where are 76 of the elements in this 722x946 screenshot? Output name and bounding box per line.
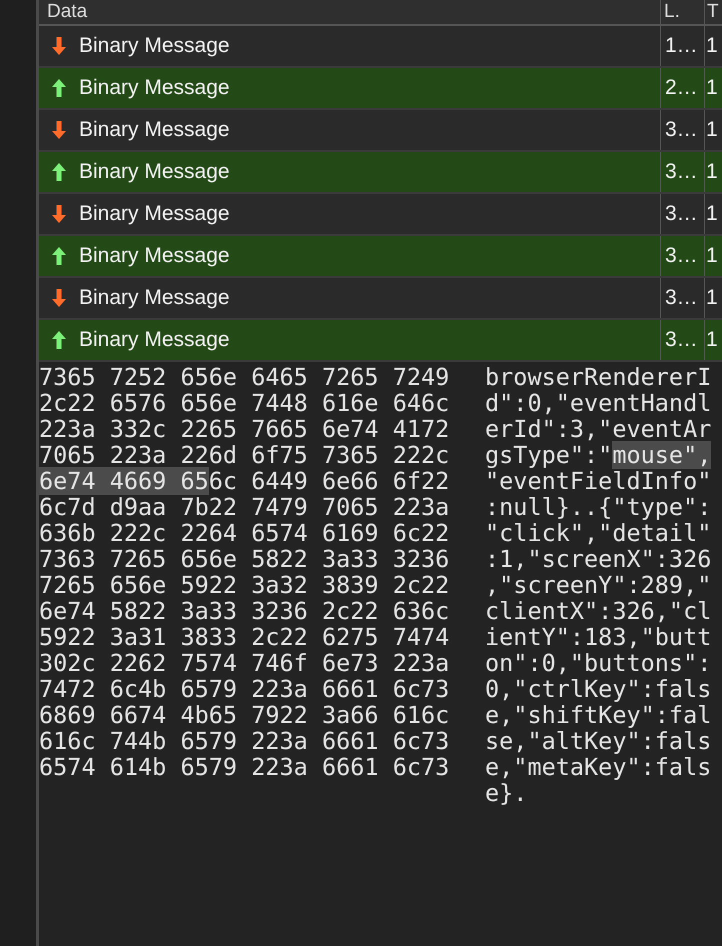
up-arrow-icon bbox=[51, 330, 67, 350]
text-line: 0,"ctrlKey":fals bbox=[485, 676, 712, 702]
down-arrow-icon bbox=[51, 120, 67, 140]
hex-line: 7065 223a 226d 6f75 7365 222c bbox=[39, 442, 450, 468]
message-row[interactable]: Binary Message 3… 1 bbox=[39, 152, 722, 194]
hex-line: 6c7d d9aa 7b22 7479 7065 223a bbox=[39, 494, 450, 520]
message-label: Binary Message bbox=[79, 286, 230, 310]
message-row[interactable]: Binary Message 1… 1 bbox=[39, 26, 722, 68]
up-arrow-icon bbox=[51, 162, 67, 182]
hex-line: 616c 744b 6579 223a 6661 6c73 bbox=[39, 728, 450, 754]
length-cell: 3… bbox=[665, 328, 698, 352]
text-line: :1,"screenX":326 bbox=[485, 546, 712, 572]
length-cell: 1… bbox=[665, 34, 698, 58]
hex-line: 636b 222c 2264 6574 6169 6c22 bbox=[39, 520, 450, 546]
text-line: gsType":"mouse", bbox=[485, 442, 712, 468]
up-arrow-icon bbox=[51, 78, 67, 98]
up-arrow-icon bbox=[51, 246, 67, 266]
message-row[interactable]: Binary Message 3… 1 bbox=[39, 194, 722, 236]
column-header[interactable]: T bbox=[704, 0, 722, 24]
hex-line: 6e74 5822 3a33 3236 2c22 636c bbox=[39, 598, 450, 624]
text-line: erId":3,"eventAr bbox=[485, 416, 712, 442]
length-cell: 3… bbox=[665, 286, 698, 310]
text-line: se,"altKey":fals bbox=[485, 728, 712, 754]
message-label: Binary Message bbox=[79, 76, 230, 100]
table-cell: 1 bbox=[706, 160, 718, 184]
hex-line: 7365 7252 656e 6465 7265 7249 bbox=[39, 364, 450, 390]
message-label: Binary Message bbox=[79, 328, 230, 352]
table-cell: 1 bbox=[706, 328, 718, 352]
message-label: Binary Message bbox=[79, 160, 230, 184]
text-line: ientY":183,"butt bbox=[485, 624, 712, 650]
message-row[interactable]: Binary Message 3… 1 bbox=[39, 236, 722, 278]
text-line: clientX":326,"cl bbox=[485, 598, 712, 624]
hex-line: 6574 614b 6579 223a 6661 6c73 bbox=[39, 754, 450, 780]
column-header[interactable]: L. bbox=[660, 0, 704, 24]
text-line: on":0,"buttons": bbox=[485, 650, 712, 676]
message-row[interactable]: Binary Message 3… 1 bbox=[39, 320, 722, 362]
hex-line: 7472 6c4b 6579 223a 6661 6c73 bbox=[39, 676, 450, 702]
hex-line: 302c 2262 7574 746f 6e73 223a bbox=[39, 650, 450, 676]
message-row[interactable]: Binary Message 2… 1 bbox=[39, 68, 722, 110]
text-line: :null}..{"type": bbox=[485, 494, 712, 520]
table-cell: 1 bbox=[706, 202, 718, 226]
hex-line: 6869 6674 4b65 7922 3a66 616c bbox=[39, 702, 450, 728]
message-label: Binary Message bbox=[79, 202, 230, 226]
text-line: e,"metaKey":fals bbox=[485, 754, 712, 780]
text-line: browserRendererI bbox=[485, 364, 712, 390]
down-arrow-icon bbox=[51, 36, 67, 56]
message-label: Binary Message bbox=[79, 34, 230, 58]
down-arrow-icon bbox=[51, 288, 67, 308]
length-cell: 3… bbox=[665, 202, 698, 226]
length-cell: 3… bbox=[665, 160, 698, 184]
text-line: e}. bbox=[485, 780, 528, 806]
table-cell: 1 bbox=[706, 244, 718, 268]
hex-line: 6e74 4669 656c 6449 6e66 6f22 bbox=[39, 468, 450, 494]
length-cell: 2… bbox=[665, 76, 698, 100]
text-line: "click","detail" bbox=[485, 520, 712, 546]
down-arrow-icon bbox=[51, 204, 67, 224]
length-cell: 3… bbox=[665, 244, 698, 268]
text-line: "eventFieldInfo" bbox=[485, 468, 712, 494]
table-cell: 1 bbox=[706, 34, 718, 58]
message-label: Binary Message bbox=[79, 244, 230, 268]
text-line: d":0,"eventHandl bbox=[485, 390, 712, 416]
text-line: e,"shiftKey":fal bbox=[485, 702, 712, 728]
text-line: ,"screenY":289," bbox=[485, 572, 712, 598]
message-row[interactable]: Binary Message 3… 1 bbox=[39, 278, 722, 320]
table-cell: 1 bbox=[706, 76, 718, 100]
hex-line: 7363 7265 656e 5822 3a33 3236 bbox=[39, 546, 450, 572]
hex-line: 5922 3a31 3833 2c22 6275 7474 bbox=[39, 624, 450, 650]
length-cell: 3… bbox=[665, 118, 698, 142]
message-row[interactable]: Binary Message 3… 1 bbox=[39, 110, 722, 152]
table-cell: 1 bbox=[706, 286, 718, 310]
message-label: Binary Message bbox=[79, 118, 230, 142]
hex-line: 7265 656e 5922 3a32 3839 2c22 bbox=[39, 572, 450, 598]
column-header[interactable]: Data bbox=[39, 0, 660, 24]
table-cell: 1 bbox=[706, 118, 718, 142]
hex-line: 223a 332c 2265 7665 6e74 4172 bbox=[39, 416, 450, 442]
hex-line: 2c22 6576 656e 7448 616e 646c bbox=[39, 390, 450, 416]
